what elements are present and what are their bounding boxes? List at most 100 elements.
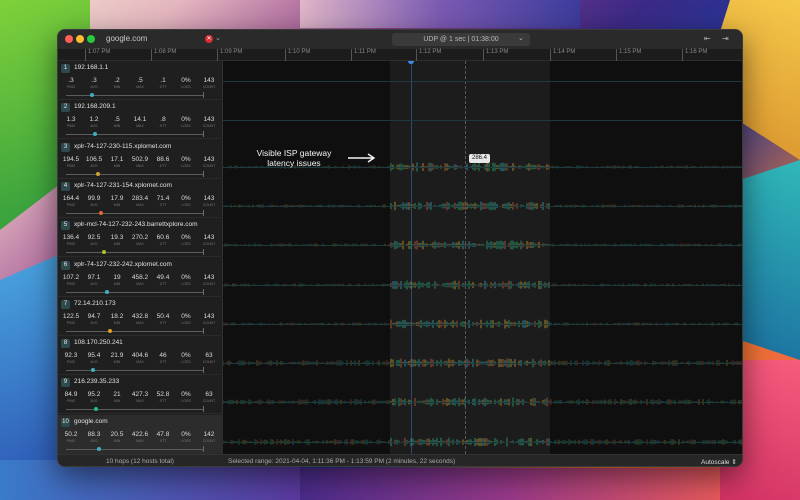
- collapse-left-icon[interactable]: ⇤: [704, 34, 711, 43]
- stop-icon[interactable]: ✕: [205, 35, 213, 43]
- hop-stats: 122.5 PING 94.7 AVG 18.2 MIN 432.8 MAX 50.4 JITT 0…: [60, 313, 220, 327]
- timeline-tick: 1:16 PM: [682, 49, 707, 61]
- hop-stat: 0% LOSS: [175, 431, 197, 443]
- hop-stat-label: MIN: [113, 360, 121, 365]
- session-label: UDP @ 1 sec | 01:38:00: [423, 36, 499, 43]
- zoom-window-button[interactable]: [87, 35, 95, 43]
- hop-stat: .3 PING: [60, 77, 82, 89]
- minimize-window-button[interactable]: [76, 35, 84, 43]
- status-bar: 10 hops (12 hosts total) Selected range:…: [58, 454, 742, 466]
- timeline-tick: 1:13 PM: [483, 49, 508, 61]
- latency-avg-marker: [97, 446, 101, 451]
- hop-row[interactable]: 6 xplr-74-127-232-242.xplornet.com 107.2…: [58, 258, 223, 297]
- latency-avg-marker: [102, 250, 106, 255]
- hop-stats: 84.9 PING 95.2 AVG 21 MIN 427.3 MAX 52.8 JITT 0% LO…: [60, 391, 220, 405]
- hop-stat-label: AVG: [90, 399, 98, 404]
- session-selector[interactable]: UDP @ 1 sec | 01:38:00: [392, 33, 530, 46]
- timeline-axis[interactable]: 1:07 PM 1:08 PM 1:09 PM 1:10 PM 1:11 PM 1:12 …: [58, 49, 742, 61]
- hop-stat-value: 60.6: [156, 234, 170, 242]
- hop-stat-value: 92.5: [87, 234, 101, 242]
- hop-stat: 60.6 JITT: [152, 234, 174, 246]
- hop-stat: 143 COUNT: [198, 156, 220, 168]
- hop-stat-value: 21.9: [110, 352, 124, 360]
- hop-stats: 1.3 PING 1.2 AVG .5 MIN 14.1 MAX .8 JITT 0% LOSS 143…: [60, 116, 220, 130]
- hop-number: 2: [61, 103, 70, 113]
- hop-stat: 0% LOSS: [175, 116, 197, 128]
- hop-stat-value: 49.4: [156, 273, 170, 281]
- timeline-tick: 1:11 PM: [351, 49, 376, 61]
- hop-stat: 21 MIN: [106, 391, 128, 403]
- hop-stat: .2 MIN: [106, 77, 128, 89]
- hop-stat-label: MIN: [113, 124, 121, 129]
- hop-stat-value: .3: [91, 77, 97, 84]
- latency-avg-marker: [99, 210, 103, 215]
- hop-stat-label: LOSS: [181, 438, 191, 443]
- latency-avg-marker: [96, 171, 100, 176]
- latency-range-bar: [66, 134, 204, 136]
- hop-row[interactable]: 3 xplr-74-127-230-115.xplornet.com 194.5…: [58, 140, 223, 179]
- hop-stat-value: 143: [203, 77, 215, 84]
- hop-hostname: xplr-mcl-74-127-232-243.barrettxplore.co…: [74, 221, 198, 229]
- expand-right-icon[interactable]: ⇥: [722, 34, 729, 43]
- close-window-button[interactable]: [65, 35, 73, 43]
- hop-stat-label: PING: [66, 85, 76, 89]
- hop-row[interactable]: 4 xplr-74-127-231-154.xplornet.com 164.4…: [58, 179, 223, 218]
- hop-stat-label: COUNT: [202, 85, 216, 89]
- hop-stat-value: 164.4: [62, 194, 80, 202]
- hop-row[interactable]: 9 216.239.35.233 84.9 PING 95.2 AVG 21 MIN 427…: [58, 375, 223, 415]
- hop-stat: 99.9 AVG: [83, 195, 105, 207]
- hop-stat-value: .5: [137, 77, 143, 84]
- hop-stat-value: 0%: [181, 116, 191, 124]
- chevron-down-icon[interactable]: ⌄: [518, 34, 524, 42]
- hop-stat: 422.6 MAX: [129, 431, 151, 443]
- hop-stat-value: 19.3: [110, 234, 124, 242]
- hop-stat: 404.6 MAX: [129, 352, 151, 364]
- hop-row[interactable]: 5 xplr-mcl-74-127-232-243.barrettxplore.…: [58, 218, 223, 258]
- hop-number: 5: [61, 221, 70, 231]
- hop-row[interactable]: 1 192.168.1.1 .3 PING .3 AVG .2 MIN .5 MAX .1 JIT…: [58, 61, 223, 100]
- hop-number: 10: [61, 417, 70, 427]
- hop-stat-value: 142: [203, 430, 215, 438]
- hop-stat-label: MIN: [113, 202, 121, 207]
- hop-stat-label: MAX: [136, 242, 144, 247]
- hop-stat: 52.8 JITT: [152, 391, 174, 403]
- hop-stat-label: AVG: [90, 85, 98, 89]
- hop-stat-value: 194.5: [62, 155, 80, 163]
- hop-stat-label: AVG: [90, 124, 98, 129]
- hop-stats: 50.2 PING 88.3 AVG 20.5 MIN 422.6 MAX 47.8 JITT 0%…: [60, 431, 220, 445]
- hop-stat-value: 143: [203, 116, 215, 124]
- hop-stat-label: PING: [66, 242, 76, 247]
- hop-row[interactable]: 2 192.168.209.1 1.3 PING 1.2 AVG .5 MIN 14.1 MA…: [58, 100, 223, 140]
- hop-stat-label: JITT: [159, 202, 167, 207]
- hop-stat-value: 19: [113, 273, 121, 281]
- hop-stat-value: 50.2: [64, 430, 78, 438]
- hop-stat: 19 MIN: [106, 274, 128, 286]
- autoscale-button[interactable]: Autoscale ⇕: [701, 458, 737, 466]
- hop-stat-value: 458.2: [131, 273, 149, 281]
- hop-row[interactable]: 7 72.14.210.173 122.5 PING 94.7 AVG 18.2 MIN 4…: [58, 297, 223, 336]
- latency-range-cap: [203, 327, 204, 334]
- hop-stat: 427.3 MAX: [129, 391, 151, 403]
- hop-stat-label: JITT: [159, 124, 167, 129]
- timeline-tick: 1:14 PM: [550, 49, 575, 61]
- hop-number: 9: [61, 378, 70, 388]
- hop-stat-value: .2: [114, 77, 120, 84]
- hop-stat: .5 MAX: [129, 77, 151, 89]
- hop-stat: 97.1 AVG: [83, 274, 105, 286]
- hop-stat-value: 143: [203, 234, 215, 242]
- hop-stat-label: MIN: [113, 320, 121, 325]
- hop-stat-value: 14.1: [133, 116, 147, 124]
- hop-stat-label: COUNT: [202, 399, 216, 404]
- hop-stat-label: LOSS: [181, 360, 191, 365]
- hop-stat-value: 422.6: [131, 430, 149, 438]
- hop-stat-label: MAX: [136, 320, 144, 325]
- hop-row[interactable]: 10 google.com 50.2 PING 88.3 AVG 20.5 MIN 422.…: [58, 414, 223, 454]
- hop-hostname: xplr-74-127-230-115.xplornet.com: [74, 142, 172, 150]
- hop-stat: 164.4 PING: [60, 195, 82, 207]
- hop-row[interactable]: 8 108.170.250.241 92.3 PING 95.4 AVG 21.9 MIN…: [58, 336, 223, 376]
- hop-hostname: xplr-74-127-232-242.xplornet.com: [74, 260, 172, 268]
- hop-hostname: 192.168.1.1: [74, 64, 109, 71]
- chevron-down-icon[interactable]: ⌄: [215, 34, 221, 42]
- latency-timeline-chart[interactable]: 286.4: [223, 61, 742, 454]
- latency-range-cap: [203, 367, 204, 374]
